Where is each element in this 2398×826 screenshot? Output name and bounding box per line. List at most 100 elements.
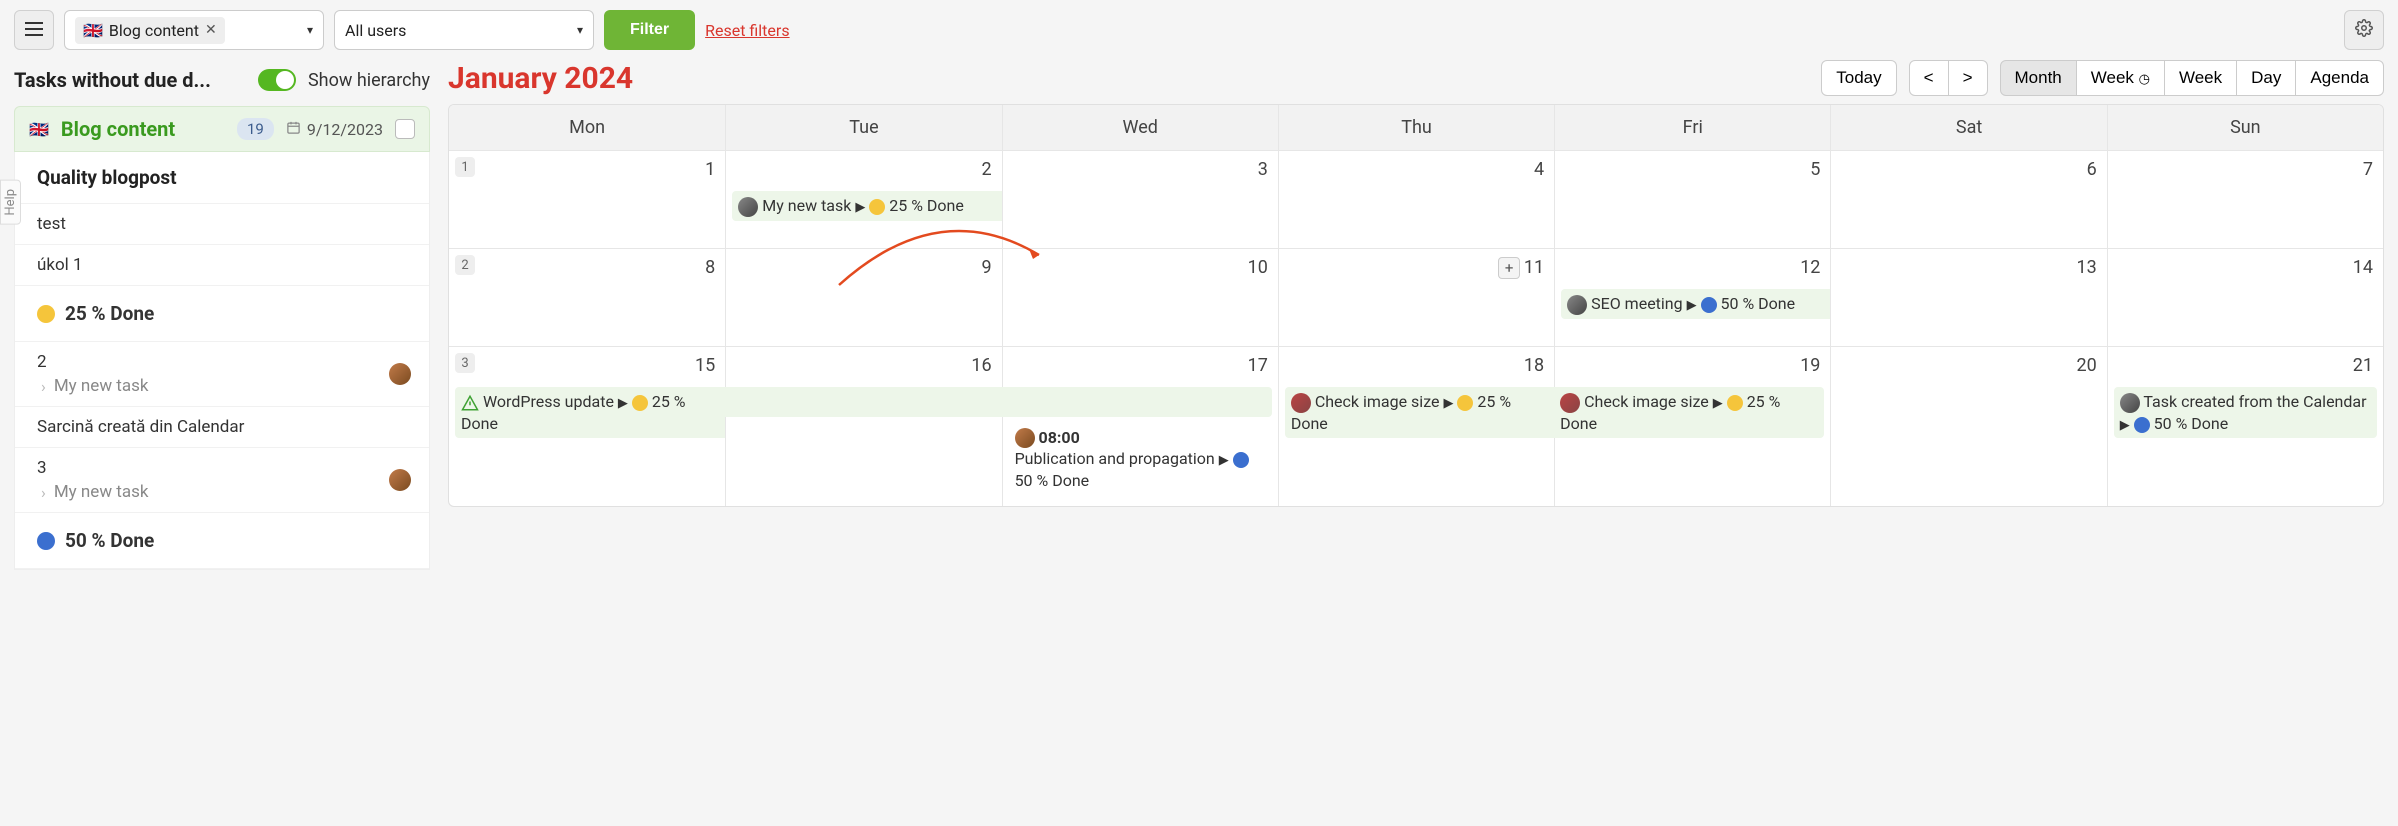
calendar-cell[interactable]: 5 [1554, 150, 1830, 248]
reset-filters-link[interactable]: Reset filters [705, 21, 789, 40]
list-item[interactable]: 2 ›My new task [15, 342, 429, 407]
gear-icon [2355, 19, 2373, 41]
calendar-cell[interactable]: 17 08:00 Publication and propagation ▶ 5… [1002, 346, 1278, 506]
project-count-badge: 19 [237, 118, 274, 140]
play-icon: ▶ [1443, 396, 1453, 411]
calendar-event[interactable]: My new task ▶ 25 % Done [732, 191, 1002, 221]
date-number: 7 [2363, 159, 2373, 180]
calendar-cell[interactable]: 6 [1830, 150, 2106, 248]
help-tab[interactable]: Help [0, 180, 21, 225]
date-number: 8 [705, 257, 715, 278]
dow-sun: Sun [2107, 105, 2383, 150]
event-time: 08:00 [1039, 428, 1080, 447]
calendar-cell[interactable]: 14 [2107, 248, 2383, 346]
calendar-cell[interactable]: + 11 [1278, 248, 1554, 346]
project-date: 9/12/2023 [286, 120, 383, 139]
filter-button[interactable]: Filter [604, 10, 695, 50]
user-select[interactable]: All users ▾ [334, 10, 594, 50]
menu-button[interactable] [14, 10, 54, 50]
calendar-event[interactable]: Check image size ▶ 25 % Done [1554, 387, 1824, 438]
today-button[interactable]: Today [1821, 60, 1896, 96]
date-number: 20 [2076, 355, 2096, 376]
week-number-badge: 1 [455, 157, 475, 177]
list-heading[interactable]: Quality blogpost [15, 152, 429, 204]
date-number: 9 [981, 257, 991, 278]
calendar-cell[interactable]: 2 8 [449, 248, 725, 346]
add-event-button[interactable]: + [1498, 257, 1520, 279]
status-dot-icon [1233, 452, 1249, 468]
list-item[interactable]: 3 ›My new task [15, 448, 429, 513]
prev-button[interactable]: < [1909, 60, 1949, 96]
calendar-cell[interactable]: 19 Check image size ▶ 25 % Done [1554, 346, 1830, 506]
status-dot-icon [869, 199, 885, 215]
dow-thu: Thu [1278, 105, 1554, 150]
calendar-cell[interactable]: 4 [1278, 150, 1554, 248]
calendar-cell[interactable]: 10 [1002, 248, 1278, 346]
calendar-cell[interactable]: 9 [725, 248, 1001, 346]
calendar-cell[interactable]: 13 [1830, 248, 2106, 346]
date-number: 13 [2076, 257, 2096, 278]
view-week[interactable]: Week [2164, 60, 2237, 96]
view-buttons: Month Week ◷ Week Day Agenda [2000, 60, 2385, 96]
calendar-event[interactable]: 08:00 Publication and propagation ▶ 50 %… [1009, 423, 1272, 496]
chevron-right-icon: › [41, 377, 46, 396]
date-number: 15 [695, 355, 715, 376]
project-chip: 🇬🇧 Blog content ✕ [75, 17, 225, 44]
view-month[interactable]: Month [2000, 60, 2077, 96]
calendar-cell[interactable]: 7 [2107, 150, 2383, 248]
view-agenda[interactable]: Agenda [2295, 60, 2384, 96]
calendar-cell[interactable]: 12 SEO meeting ▶ 50 % Done [1554, 248, 1830, 346]
chip-remove-icon[interactable]: ✕ [205, 22, 217, 38]
view-day[interactable]: Day [2236, 60, 2296, 96]
calendar-cell[interactable]: 16 [725, 346, 1001, 506]
calendar-event[interactable]: Check image size ▶ 25 % Done [1285, 387, 1555, 438]
project-name: Blog content [61, 117, 225, 141]
calendar-event[interactable]: WordPress update ▶ 25 % Done [455, 387, 726, 438]
topbar: 🇬🇧 Blog content ✕ ▾ All users ▾ Filter R… [0, 0, 2398, 60]
list-item[interactable]: úkol 1 [15, 245, 429, 286]
project-checkbox[interactable] [395, 119, 415, 139]
calendar-cell[interactable]: 2 My new task ▶ 25 % Done [725, 150, 1001, 248]
calendar-cell[interactable]: 3 [1002, 150, 1278, 248]
calendar-cell[interactable]: 1 1 [449, 150, 725, 248]
avatar [1015, 428, 1035, 448]
project-select[interactable]: 🇬🇧 Blog content ✕ ▾ [64, 10, 324, 50]
calendar-cell[interactable]: 18 Check image size ▶ 25 % Done [1278, 346, 1554, 506]
dow-sat: Sat [1830, 105, 2106, 150]
view-week-clock[interactable]: Week ◷ [2076, 60, 2165, 96]
list-item[interactable]: Sarcină creată din Calendar [15, 407, 429, 448]
date-number: 3 [1258, 159, 1268, 180]
status-group-25[interactable]: 25 % Done [15, 286, 429, 342]
settings-button[interactable] [2344, 10, 2384, 50]
calendar-event[interactable]: Task created from the Calendar ▶ 50 % Do… [2114, 387, 2377, 438]
play-icon: ▶ [618, 396, 628, 411]
menu-icon [25, 21, 43, 40]
list-item[interactable]: test [15, 204, 429, 245]
calendar-event-cont[interactable] [725, 387, 1002, 417]
calendar-cell[interactable]: 20 [1830, 346, 2106, 506]
date-number: 21 [2353, 355, 2373, 376]
status-dot-icon [37, 532, 55, 550]
calendar-cell[interactable]: 21 Task created from the Calendar ▶ 50 %… [2107, 346, 2383, 506]
show-hierarchy-label: Show hierarchy [308, 70, 430, 91]
avatar [389, 363, 411, 385]
list-subitem[interactable]: ›My new task [41, 482, 149, 502]
week-number-badge: 3 [455, 353, 475, 373]
next-button[interactable]: > [1948, 60, 1988, 96]
dow-tue: Tue [725, 105, 1001, 150]
flag-icon: 🇬🇧 [83, 21, 103, 40]
show-hierarchy-toggle[interactable] [258, 69, 296, 91]
calendar-event[interactable]: SEO meeting ▶ 50 % Done [1561, 289, 1831, 319]
list-subitem[interactable]: ›My new task [41, 376, 149, 396]
calendar-cell[interactable]: 3 15 WordPress update ▶ 25 % Done [449, 346, 725, 506]
play-icon: ▶ [1687, 298, 1697, 313]
date-number: 17 [1248, 355, 1268, 376]
project-card[interactable]: 🇬🇧 Blog content 19 9/12/2023 [14, 106, 430, 152]
calendar-event-cont[interactable] [1002, 387, 1272, 417]
date-number: 11 [1524, 257, 1544, 278]
status-dot-icon [1701, 297, 1717, 313]
user-select-label: All users [345, 21, 406, 40]
status-group-50[interactable]: 50 % Done [15, 513, 429, 569]
sidebar-title: Tasks without due d... [14, 68, 246, 92]
status-dot-icon [2134, 417, 2150, 433]
